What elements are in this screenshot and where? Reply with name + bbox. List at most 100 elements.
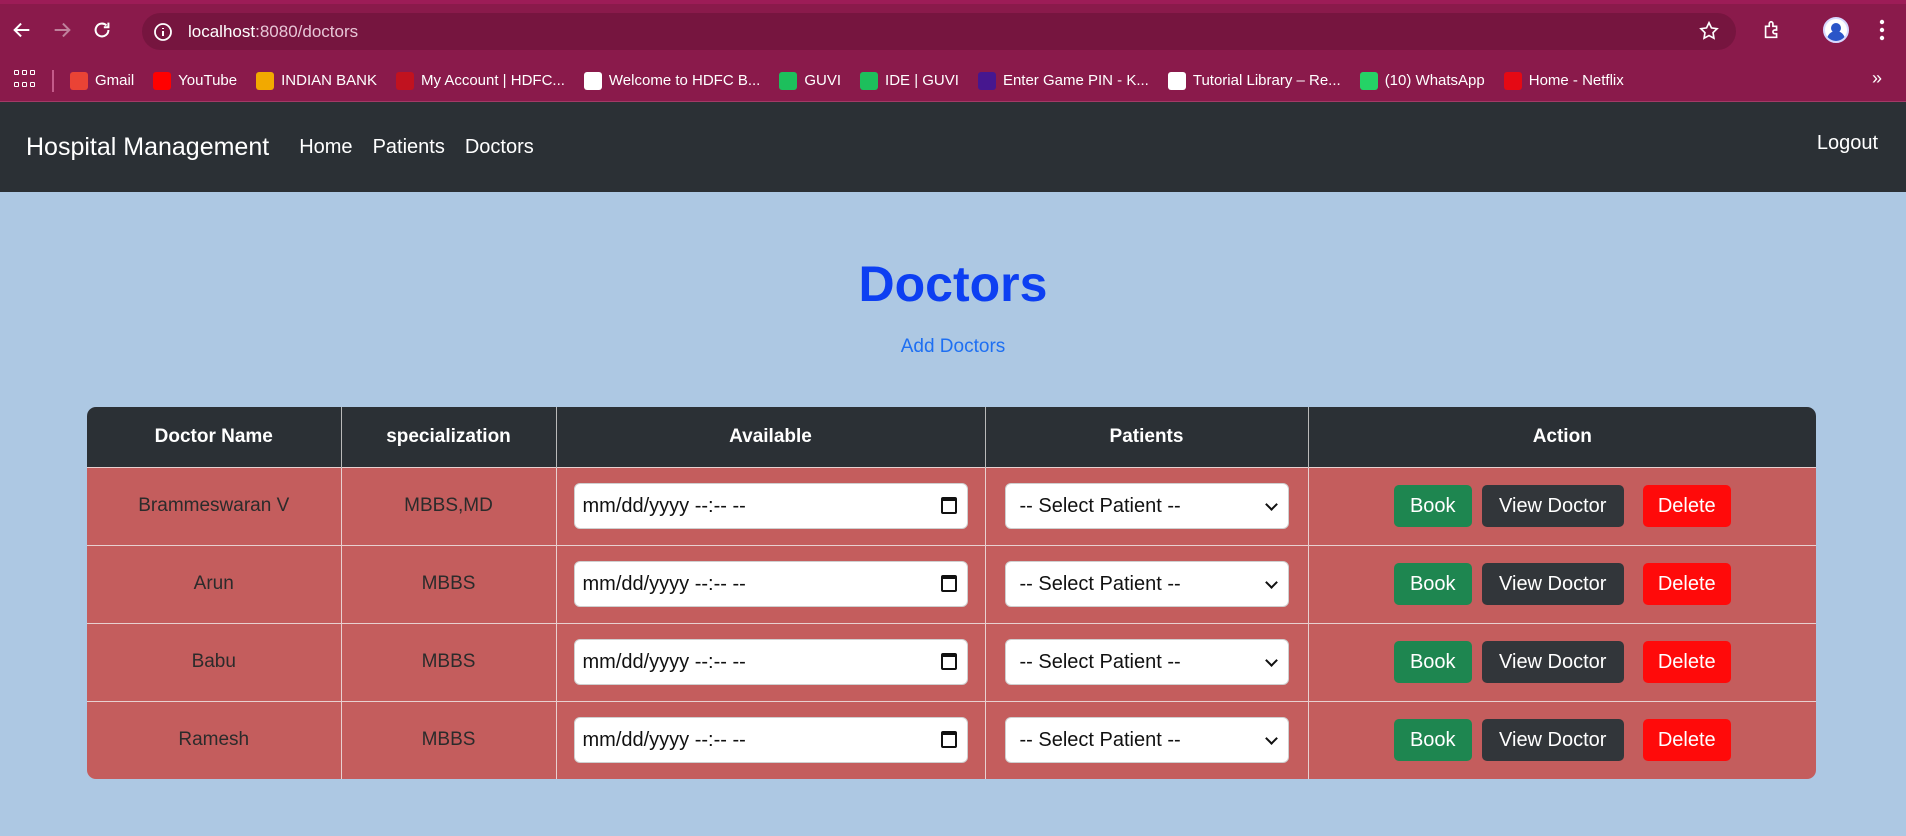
bookmark-item[interactable]: My Account | HDFC...: [395, 71, 565, 90]
nav-link-patients[interactable]: Patients: [373, 136, 445, 159]
select-patient-dropdown[interactable]: -- Select Patient --: [1004, 717, 1289, 764]
calendar-icon[interactable]: [940, 575, 957, 592]
bookmark-favicon-icon: [1503, 71, 1522, 90]
header-available: Available: [556, 407, 986, 467]
bookmark-item[interactable]: YouTube: [153, 71, 237, 90]
action-cell: Book View Doctor Delete: [1308, 622, 1816, 701]
datetime-placeholder: mm/dd/yyyy --:-- --: [582, 494, 746, 517]
book-button[interactable]: Book: [1393, 641, 1472, 683]
nav-link-home[interactable]: Home: [299, 136, 352, 159]
bookmark-item[interactable]: (10) WhatsApp: [1359, 71, 1485, 90]
bookmark-label: (10) WhatsApp: [1384, 72, 1485, 89]
datetime-placeholder: mm/dd/yyyy --:-- --: [582, 572, 746, 595]
view-doctor-button[interactable]: View Doctor: [1481, 641, 1624, 683]
book-button[interactable]: Book: [1393, 563, 1472, 605]
delete-button[interactable]: Delete: [1642, 641, 1731, 683]
delete-button[interactable]: Delete: [1642, 719, 1731, 762]
logout-link[interactable]: Logout: [1817, 132, 1878, 155]
bookmark-item[interactable]: Home - Netflix: [1503, 71, 1624, 90]
view-doctor-button[interactable]: View Doctor: [1481, 485, 1624, 527]
bookmark-item[interactable]: INDIAN BANK: [256, 71, 377, 90]
site-info-icon[interactable]: [152, 21, 174, 43]
bookmark-item[interactable]: IDE | GUVI: [860, 71, 959, 90]
select-patient-value: -- Select Patient --: [1019, 494, 1181, 517]
header-patients: Patients: [985, 407, 1309, 467]
doctor-name-cell: Arun: [87, 544, 342, 623]
apps-grid-icon[interactable]: [14, 69, 36, 92]
calendar-icon[interactable]: [940, 497, 957, 514]
select-patient-value: -- Select Patient --: [1019, 728, 1181, 751]
patients-cell: -- Select Patient --: [985, 544, 1309, 623]
view-doctor-button[interactable]: View Doctor: [1481, 563, 1624, 605]
chevron-down-icon: [1264, 654, 1278, 667]
header-specialization: specialization: [341, 407, 557, 467]
header-doctor-name: Doctor Name: [87, 407, 342, 467]
chevron-down-icon: [1264, 576, 1278, 589]
bookmark-favicon-icon: [395, 71, 414, 90]
brand-title[interactable]: Hospital Management: [26, 133, 269, 162]
patients-cell: -- Select Patient --: [985, 700, 1309, 779]
bookmark-favicon-icon: [1359, 71, 1378, 90]
bookmark-item[interactable]: Welcome to HDFC B...: [583, 71, 760, 90]
url-text: localhost:8080/doctors: [188, 22, 358, 42]
select-patient-dropdown[interactable]: -- Select Patient --: [1004, 561, 1289, 607]
table-row: Brammeswaran V MBBS,MD mm/dd/yyyy --:-- …: [87, 466, 1816, 545]
reload-button[interactable]: [84, 12, 120, 48]
doctors-table: Doctor Name specialization Available Pat…: [87, 407, 1816, 779]
bookmark-item[interactable]: Tutorial Library – Re...: [1167, 71, 1341, 90]
table-header-row: Doctor Name specialization Available Pat…: [87, 407, 1816, 467]
available-cell: mm/dd/yyyy --:-- --: [556, 544, 986, 623]
bookmark-label: Home - Netflix: [1528, 72, 1624, 89]
table-body: Brammeswaran V MBBS,MD mm/dd/yyyy --:-- …: [87, 466, 1816, 779]
add-doctors-link[interactable]: Add Doctors: [0, 336, 1906, 358]
browser-menu-icon[interactable]: [1864, 12, 1900, 48]
browser-toolbar: localhost:8080/doctors: [0, 0, 1906, 60]
select-patient-dropdown[interactable]: -- Select Patient --: [1004, 639, 1289, 685]
availability-datetime-input[interactable]: mm/dd/yyyy --:-- --: [573, 561, 968, 607]
back-button[interactable]: [4, 12, 40, 48]
availability-datetime-input[interactable]: mm/dd/yyyy --:-- --: [573, 639, 968, 685]
address-bar[interactable]: localhost:8080/doctors: [142, 13, 1736, 50]
view-doctor-button[interactable]: View Doctor: [1481, 719, 1624, 762]
action-cell: Book View Doctor Delete: [1308, 700, 1816, 779]
profile-avatar[interactable]: [1823, 17, 1849, 43]
delete-button[interactable]: Delete: [1642, 563, 1731, 605]
forward-button[interactable]: [44, 12, 80, 48]
action-cell: Book View Doctor Delete: [1308, 466, 1816, 545]
bookmark-label: GUVI: [804, 72, 842, 89]
availability-datetime-input[interactable]: mm/dd/yyyy --:-- --: [573, 717, 968, 764]
patients-cell: -- Select Patient --: [985, 466, 1309, 545]
doctor-name-cell: Babu: [87, 622, 342, 701]
doctor-specialization: MBBS: [421, 651, 476, 672]
available-cell: mm/dd/yyyy --:-- --: [556, 622, 986, 701]
calendar-icon[interactable]: [940, 653, 957, 670]
extensions-icon[interactable]: [1754, 12, 1790, 48]
bookmark-item[interactable]: Gmail: [70, 71, 135, 90]
specialization-cell: MBBS,MD: [341, 466, 557, 545]
header-action: Action: [1308, 407, 1816, 467]
table-row: Ramesh MBBS mm/dd/yyyy --:-- -- -- Selec…: [87, 700, 1816, 779]
bookmark-label: Gmail: [95, 72, 135, 89]
chevron-down-icon: [1264, 732, 1278, 746]
select-patient-dropdown[interactable]: -- Select Patient --: [1004, 483, 1289, 529]
chevron-down-icon: [1264, 498, 1278, 511]
availability-datetime-input[interactable]: mm/dd/yyyy --:-- --: [573, 483, 968, 529]
bookmark-item[interactable]: Enter Game PIN - K...: [977, 71, 1149, 90]
doctor-specialization: MBBS: [421, 573, 476, 594]
bookmark-favicon-icon: [1167, 71, 1186, 90]
calendar-icon[interactable]: [940, 731, 957, 749]
doctor-name: Babu: [191, 651, 236, 672]
book-button[interactable]: Book: [1393, 485, 1472, 527]
bookmark-star-icon[interactable]: [1698, 20, 1720, 47]
nav-link-doctors[interactable]: Doctors: [465, 136, 534, 159]
bookmark-favicon-icon: [70, 71, 88, 90]
specialization-cell: MBBS: [341, 700, 557, 779]
bookmark-favicon-icon: [977, 71, 996, 90]
delete-button[interactable]: Delete: [1642, 485, 1731, 527]
more-bookmarks-icon[interactable]: »: [1872, 68, 1882, 89]
doctor-name-cell: Brammeswaran V: [87, 466, 342, 545]
book-button[interactable]: Book: [1393, 719, 1472, 762]
url-path: :8080/doctors: [255, 21, 359, 41]
bookmark-item[interactable]: GUVI: [779, 71, 842, 90]
specialization-cell: MBBS: [341, 622, 557, 701]
